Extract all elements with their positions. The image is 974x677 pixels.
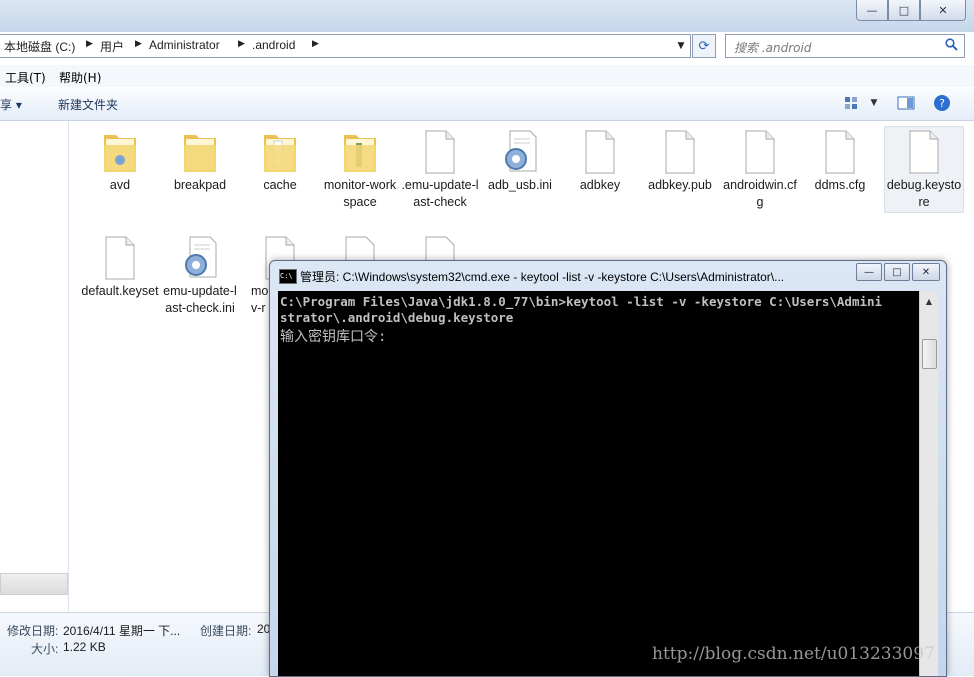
file-item-monitor-workspace[interactable]: monitor-workspace — [321, 127, 399, 211]
file-name: debug.keystore — [886, 178, 962, 209]
modified-value: 2016/4/11 星期一 下... — [63, 624, 181, 638]
file-icon — [660, 127, 700, 175]
breadcrumb-drive[interactable]: 本地磁盘 (C:) — [4, 38, 75, 55]
chevron-right-icon[interactable]: ▶ — [86, 39, 93, 49]
refresh-icon: ⟳ — [698, 38, 710, 54]
folder-icon — [260, 127, 300, 175]
file-name: androidwin.cfg — [723, 178, 797, 209]
file-name: ddms.cfg — [814, 178, 866, 192]
preview-pane-icon[interactable] — [896, 94, 916, 112]
menu-tools[interactable]: 工具(T) — [5, 69, 46, 86]
file-name: default.keyset — [81, 284, 159, 298]
file-name: adbkey — [579, 178, 621, 192]
search-input[interactable]: 搜索 .android — [734, 39, 811, 56]
file-name: .emu-update-last-check — [401, 178, 479, 209]
window-controls: — □ ✕ — [856, 0, 966, 21]
breadcrumb-android[interactable]: .android — [252, 38, 295, 52]
cmd-window-controls: — □ ✕ — [854, 263, 940, 281]
new-folder-button[interactable]: 新建文件夹 — [58, 96, 118, 113]
size-label: 大小: — [31, 642, 59, 656]
console-line: 输入密钥库口令: — [280, 329, 387, 345]
cmd-maximize-button[interactable]: □ — [884, 263, 910, 281]
address-dropdown-icon[interactable]: ▼ — [672, 35, 690, 57]
refresh-button[interactable]: ⟳ — [692, 34, 716, 58]
close-button[interactable]: ✕ — [920, 0, 966, 21]
scroll-thumb[interactable] — [922, 339, 937, 369]
file-name: cache — [263, 178, 297, 192]
search-box[interactable]: 搜索 .android — [725, 34, 965, 58]
folder-icon — [180, 127, 220, 175]
file-item-adb-usb-ini[interactable]: adb_usb.ini — [481, 127, 559, 194]
menu-bar: 工具(T) 帮助(H) — [0, 65, 974, 87]
watermark: http://blog.csdn.net/u013233097 — [652, 644, 935, 664]
cmd-icon: C:\ — [279, 269, 297, 284]
file-item-emu-update-last-check[interactable]: .emu-update-last-check — [401, 127, 479, 211]
file-name: breakpad — [173, 178, 227, 192]
file-item-default-keyset[interactable]: default.keyset — [81, 233, 159, 300]
file-name: monitor-workspace — [323, 178, 397, 209]
file-icon — [420, 127, 460, 175]
chevron-right-icon[interactable]: ▶ — [238, 39, 245, 49]
file-icon — [820, 127, 860, 175]
file-icon — [580, 127, 620, 175]
view-options-icon[interactable] — [842, 94, 862, 112]
file-item-debug-keystore[interactable]: debug.keystore — [884, 126, 964, 213]
file-icon — [904, 127, 944, 175]
file-item-avd[interactable]: avd — [81, 127, 159, 194]
config-file-icon — [500, 127, 540, 175]
file-item-emu-update-last-check-ini[interactable]: emu-update-last-check.ini — [161, 233, 239, 317]
file-name: adb_usb.ini — [488, 178, 552, 192]
folder-icon — [100, 127, 140, 175]
cmd-window-title: 管理员: C:\Windows\system32\cmd.exe - keyto… — [300, 270, 785, 284]
file-name: adbkey.pub — [648, 178, 712, 192]
chevron-right-icon[interactable]: ▶ — [135, 39, 142, 49]
menu-help[interactable]: 帮助(H) — [59, 69, 101, 86]
file-item-cache[interactable]: cache — [241, 127, 319, 194]
maximize-button[interactable]: □ — [888, 0, 920, 21]
chevron-right-icon[interactable]: ▶ — [312, 39, 319, 49]
file-item-adbkey[interactable]: adbkey — [561, 127, 639, 194]
file-name: avd — [109, 178, 131, 192]
scroll-up-icon[interactable]: ▲ — [920, 293, 938, 309]
nav-pane-item[interactable] — [0, 573, 68, 595]
file-item-breakpad[interactable]: breakpad — [161, 127, 239, 194]
created-label: 创建日期: — [200, 624, 252, 638]
config-file-icon — [180, 233, 220, 281]
cmd-scrollbar[interactable]: ▲ — [919, 291, 938, 676]
cmd-minimize-button[interactable]: — — [856, 263, 882, 281]
file-item-adbkey-pub[interactable]: adbkey.pub — [641, 127, 719, 194]
file-item-ddms-cfg[interactable]: ddms.cfg — [801, 127, 879, 194]
chevron-down-icon[interactable]: ▼ — [864, 94, 884, 112]
navigation-pane — [0, 121, 69, 611]
minimize-button[interactable]: — — [856, 0, 888, 21]
size-value: 1.22 KB — [63, 640, 106, 654]
console-line: strator\.android\debug.keystore — [280, 310, 514, 325]
breadcrumb-administrator[interactable]: Administrator — [149, 38, 220, 52]
cmd-console[interactable]: C:\Program Files\Java\jdk1.8.0_77\bin>ke… — [278, 291, 919, 676]
cmd-close-button[interactable]: ✕ — [912, 263, 940, 281]
command-toolbar: 享 ▾ 新建文件夹 ▼ ? — [0, 88, 974, 121]
file-icon — [100, 233, 140, 281]
explorer-title-bar: — □ ✕ — [0, 0, 974, 32]
address-bar[interactable]: 本地磁盘 (C:) ▶ 用户 ▶ Administrator ▶ .androi… — [0, 34, 691, 58]
file-name: emu-update-last-check.ini — [163, 284, 237, 315]
help-icon[interactable]: ? — [932, 94, 952, 112]
cmd-window[interactable]: C:\ 管理员: C:\Windows\system32\cmd.exe - k… — [269, 260, 947, 677]
search-icon[interactable] — [945, 38, 958, 55]
svg-text:?: ? — [939, 97, 945, 110]
breadcrumb-users[interactable]: 用户 — [100, 38, 124, 55]
file-item-androidwin-cfg[interactable]: androidwin.cfg — [721, 127, 799, 211]
console-line: C:\Program Files\Java\jdk1.8.0_77\bin>ke… — [280, 294, 883, 309]
share-button[interactable]: 享 ▾ — [0, 96, 22, 113]
folder-icon — [340, 127, 380, 175]
file-icon — [740, 127, 780, 175]
modified-label: 修改日期: — [7, 624, 59, 638]
